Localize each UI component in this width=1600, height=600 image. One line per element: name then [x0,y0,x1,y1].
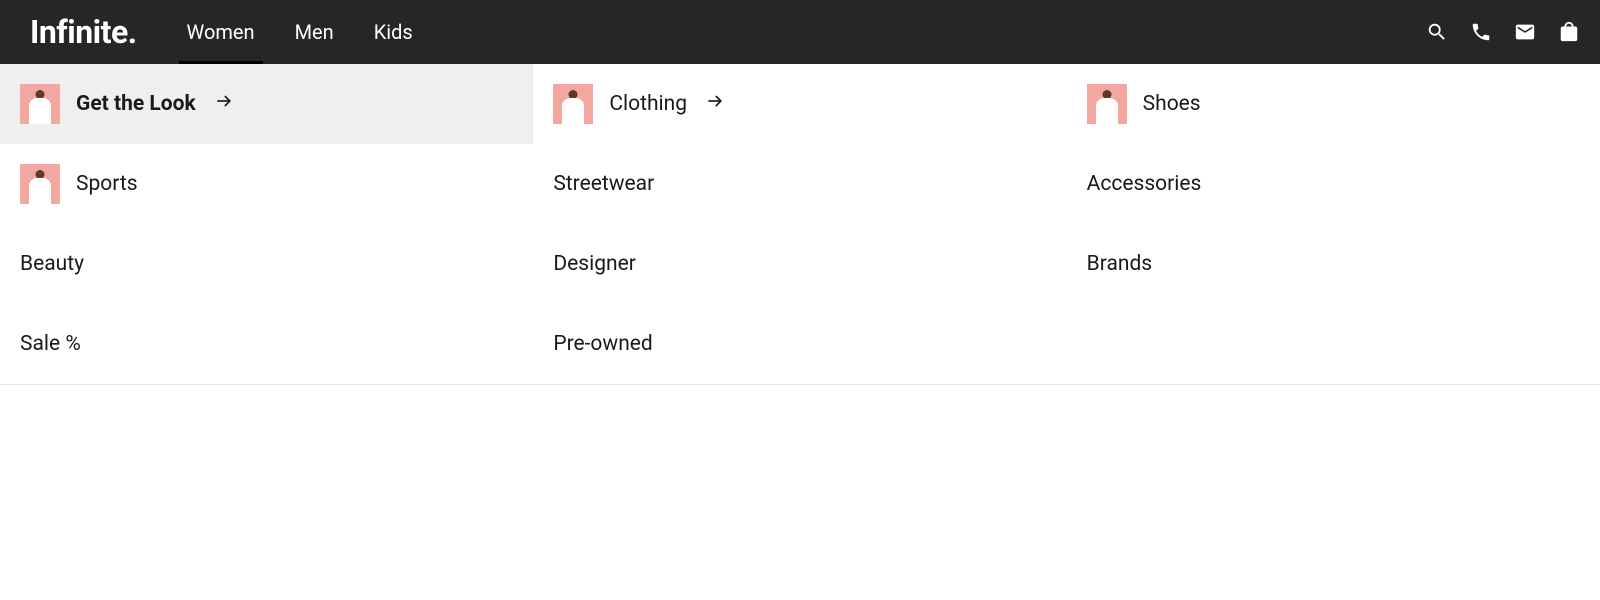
menu-item-accessories[interactable]: Accessories [1067,144,1600,224]
category-thumbnail [1087,84,1127,124]
phone-icon[interactable] [1470,21,1492,43]
menu-item-shoes[interactable]: Shoes [1067,64,1600,144]
menu-item-label: Sale % [20,332,81,356]
menu-item-sports[interactable]: Sports [0,144,533,224]
header-bar: Infinite. Women Men Kids [0,0,1600,64]
menu-item-label: Shoes [1143,92,1201,116]
category-thumbnail [20,164,60,204]
menu-item-designer[interactable]: Designer [533,224,1066,304]
menu-item-label: Get the Look [76,92,196,116]
menu-item-label: Brands [1087,252,1153,276]
category-thumbnail [553,84,593,124]
menu-column-2: Clothing Streetwear Designer Pre-owned [533,64,1066,384]
header-icons [1426,21,1580,43]
tab-women[interactable]: Women [187,0,255,64]
logo[interactable]: Infinite. [30,13,137,51]
menu-column-1: Get the Look Sports Beauty Sale % [0,64,533,384]
tab-kids[interactable]: Kids [374,0,413,64]
menu-item-streetwear[interactable]: Streetwear [533,144,1066,224]
menu-item-get-the-look[interactable]: Get the Look [0,64,533,144]
menu-item-label: Beauty [20,252,84,276]
menu-item-label: Pre-owned [553,332,652,356]
menu-item-label: Sports [76,172,138,196]
tab-men[interactable]: Men [295,0,334,64]
menu-item-label: Accessories [1087,172,1202,196]
menu-item-beauty[interactable]: Beauty [0,224,533,304]
arrow-right-icon [214,91,234,117]
menu-item-label: Designer [553,252,636,276]
nav-tabs: Women Men Kids [187,0,413,64]
menu-column-3: Shoes Accessories Brands [1067,64,1600,384]
menu-item-label: Streetwear [553,172,654,196]
menu-item-sale[interactable]: Sale % [0,304,533,384]
arrow-right-icon [705,91,725,117]
menu-item-brands[interactable]: Brands [1067,224,1600,304]
menu-item-pre-owned[interactable]: Pre-owned [533,304,1066,384]
category-thumbnail [20,84,60,124]
mega-menu: Get the Look Sports Beauty Sale % Clothi… [0,64,1600,385]
bag-icon[interactable] [1558,21,1580,43]
mail-icon[interactable] [1514,21,1536,43]
menu-item-clothing[interactable]: Clothing [533,64,1066,144]
search-icon[interactable] [1426,21,1448,43]
menu-item-label: Clothing [609,92,687,116]
